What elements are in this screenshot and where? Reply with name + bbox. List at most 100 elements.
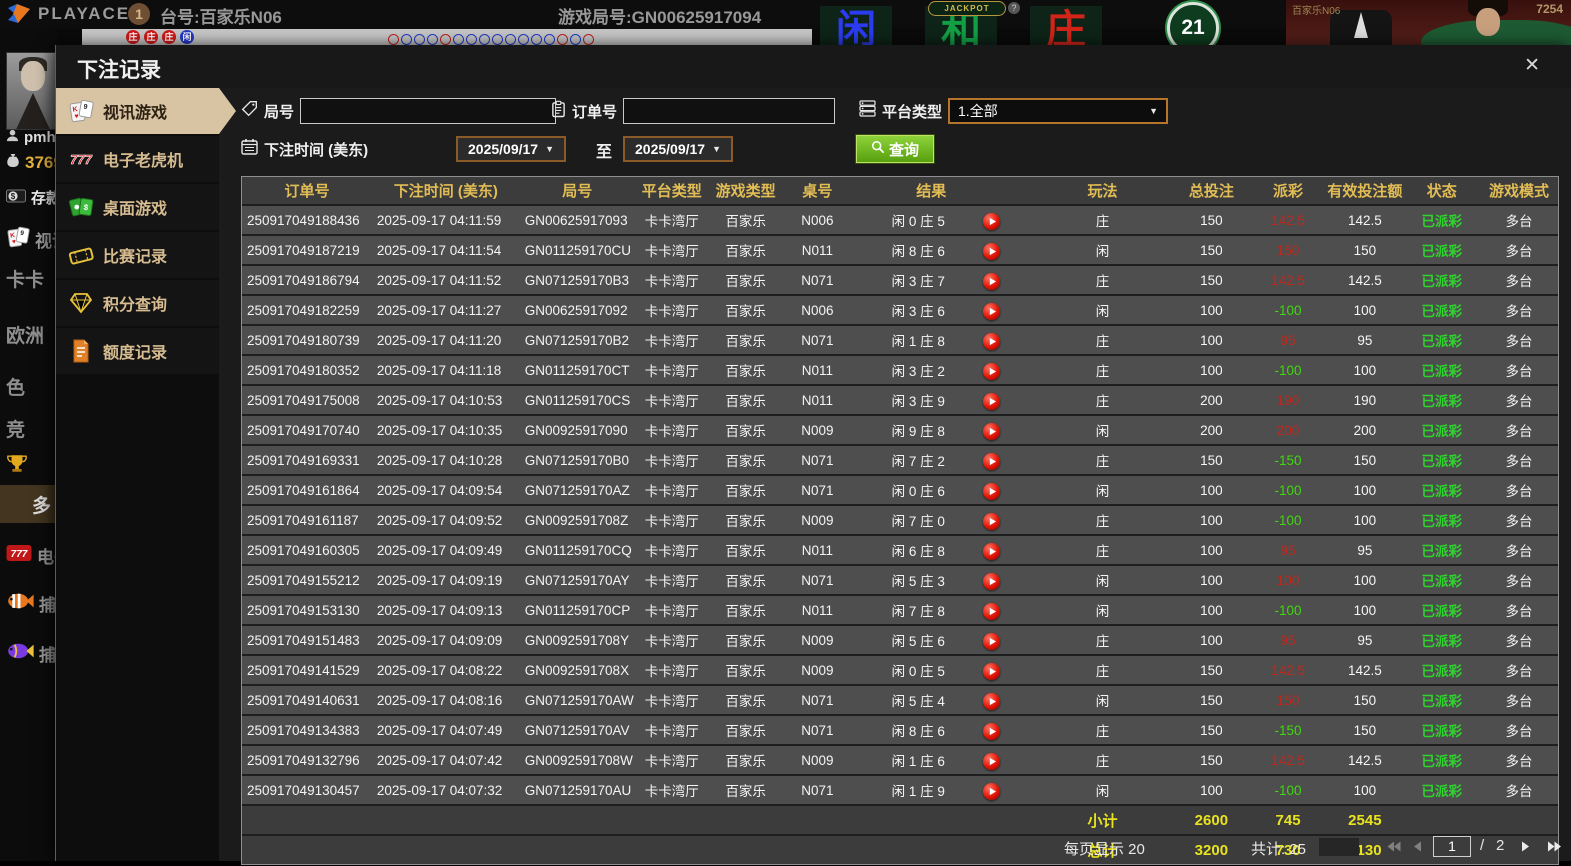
game-type-cell: 百家乐 [709,386,783,414]
payout-cell: 190 [1250,386,1327,414]
bet-side-cell: 闲 [1032,476,1173,504]
live-video[interactable]: 百家乐N06 7254 [1286,0,1571,46]
order-id-cell: 250917049169331 [242,446,372,474]
prev-page-button[interactable] [1413,839,1422,857]
payout-cell: 100 [1250,566,1327,594]
sidenav-item-multi[interactable]: 多 [0,485,58,523]
replay-button[interactable] [983,303,1000,320]
replay-button[interactable] [983,723,1000,740]
clownfish-icon [6,591,34,616]
avatar[interactable] [6,52,60,130]
replay-button[interactable] [983,333,1000,350]
search-button[interactable]: 查询 [856,135,934,163]
table-row: 2509170491822592025-09-17 04:11:27GN0062… [242,296,1558,324]
replay-button[interactable] [983,783,1000,800]
valid-bet-cell: 190 [1326,386,1403,414]
last-page-button[interactable] [1547,839,1562,857]
order-input[interactable] [623,98,835,124]
round-input[interactable] [300,98,556,124]
replay-button[interactable] [983,363,1000,380]
tab-credit-records[interactable]: 额度记录 [56,328,219,374]
round-id-cell: GN071259170AU [520,776,635,804]
replay-button[interactable] [983,393,1000,410]
total-bet-cell: 100 [1173,506,1250,534]
sidenav-item-jing[interactable]: 竞 [6,415,25,442]
platform-cell: 卡卡湾厅 [635,236,709,264]
replay-button[interactable] [983,423,1000,440]
result-text: 闲 0 庄 5 [853,660,983,680]
total-bet-cell: 150 [1173,446,1250,474]
sidenav-item-kaka[interactable]: 卡卡 [6,265,44,292]
round-id-cell: GN071259170B2 [520,326,635,354]
replay-button[interactable] [983,693,1000,710]
result-text: 闲 1 庄 9 [853,780,983,800]
date-from-picker[interactable]: 2025/09/17 ▼ [456,136,566,162]
tab-label: 电子老虎机 [103,147,183,171]
replay-button[interactable] [983,603,1000,620]
tab-points-query[interactable]: 积分查询 [56,280,219,326]
page-input[interactable]: 1 [1433,836,1471,857]
replay-button[interactable] [983,273,1000,290]
tab-label: 视讯游戏 [103,99,167,123]
modal-title: 下注记录 [77,54,161,84]
search-icon [871,140,885,158]
modal-content: 局号 订单号 平台类型 1.全部 ▼ 下注时间 (美东) [219,88,1571,861]
first-page-button[interactable] [1386,839,1401,857]
replay-button[interactable] [983,453,1000,470]
tab-slots[interactable]: 777 电子老虎机 [56,136,219,182]
table-no-cell: N009 [783,746,853,774]
banker-road-dot [388,34,399,45]
player-road-dot [427,34,438,45]
replay-button[interactable] [983,483,1000,500]
replay-button[interactable] [983,573,1000,590]
tab-video-games[interactable]: K♥9 视讯游戏 [56,88,219,134]
replay-button[interactable] [983,633,1000,650]
platform-select[interactable]: 1.全部 ▼ [948,98,1168,124]
close-icon[interactable]: ✕ [1524,54,1540,77]
payout-cell: -100 [1250,356,1327,384]
date-to-picker[interactable]: 2025/09/17 ▼ [623,136,733,162]
deposit-button[interactable]: $ 存款 [6,187,61,208]
per-page-select[interactable] [1319,838,1359,856]
sidenav-item-se[interactable]: 色 [6,373,25,400]
platform-cell: 卡卡湾厅 [635,326,709,354]
result-cell: 闲 0 庄 6 [852,476,1032,504]
replay-button[interactable] [983,753,1000,770]
next-page-button[interactable] [1521,839,1530,857]
status-cell: 已派彩 [1403,716,1480,744]
total-count-label: 共计: 25 [1251,838,1306,859]
valid-bet-cell: 100 [1326,356,1403,384]
bet-time-cell: 2025-09-17 04:07:42 [372,746,520,774]
order-id-cell: 250917049161187 [242,506,372,534]
tab-table-games[interactable]: $ 桌面游戏 [56,184,219,230]
sidenav-item-europe[interactable]: 欧洲 [6,321,44,348]
round-id-cell: GN0092591708W [520,746,635,774]
date-to-value: 2025/09/17 [635,141,705,157]
result-text: 闲 8 庄 6 [853,240,983,260]
trophy-icon[interactable] [6,453,28,474]
player-tile[interactable]: 闲 [820,6,892,46]
table-label: 台号:百家乐N06 [160,3,282,28]
tab-match-records[interactable]: 比赛记录 [56,232,219,278]
replay-button[interactable] [983,663,1000,680]
help-icon[interactable]: ? [1008,2,1020,14]
banker-tile[interactable]: 庄 [1030,6,1102,46]
replay-button[interactable] [983,513,1000,530]
table-row: 2509170491867942025-09-17 04:11:52GN0712… [242,266,1558,294]
player-road-dot [401,34,412,45]
replay-button[interactable] [983,213,1000,230]
status-cell: 已派彩 [1403,476,1480,504]
banker-road-dot [583,34,594,45]
col-total-bet: 总投注 [1173,177,1250,204]
total-bet-cell: 100 [1173,296,1250,324]
player-road-dot [492,34,503,45]
result-text: 闲 0 庄 5 [853,210,983,230]
document-icon [67,339,94,363]
replay-button[interactable] [983,543,1000,560]
round-id-cell: GN0092591708X [520,656,635,684]
replay-button[interactable] [983,243,1000,260]
round-filter-label: 局号 [264,101,294,122]
game-mode-cell: 多台 [1480,386,1558,414]
status-cell: 已派彩 [1403,746,1480,774]
status-cell: 已派彩 [1403,776,1480,804]
